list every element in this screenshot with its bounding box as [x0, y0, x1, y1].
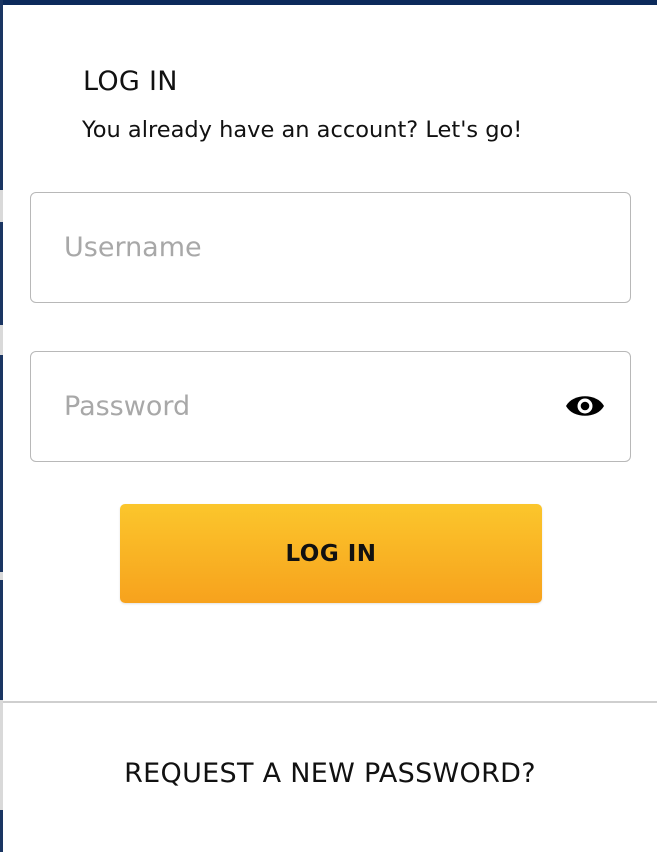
login-title: LOG IN	[83, 66, 178, 97]
eye-icon[interactable]	[564, 390, 606, 422]
request-new-password-link[interactable]: REQUEST A NEW PASSWORD?	[3, 758, 657, 789]
login-panel: LOG IN You already have an account? Let'…	[3, 5, 657, 852]
username-field[interactable]	[30, 192, 631, 303]
password-input[interactable]	[64, 352, 564, 461]
password-field[interactable]	[30, 351, 631, 462]
login-button[interactable]: LOG IN	[120, 504, 542, 603]
username-input[interactable]	[64, 193, 564, 302]
login-subtitle: You already have an account? Let's go!	[82, 117, 523, 143]
divider	[3, 701, 657, 703]
